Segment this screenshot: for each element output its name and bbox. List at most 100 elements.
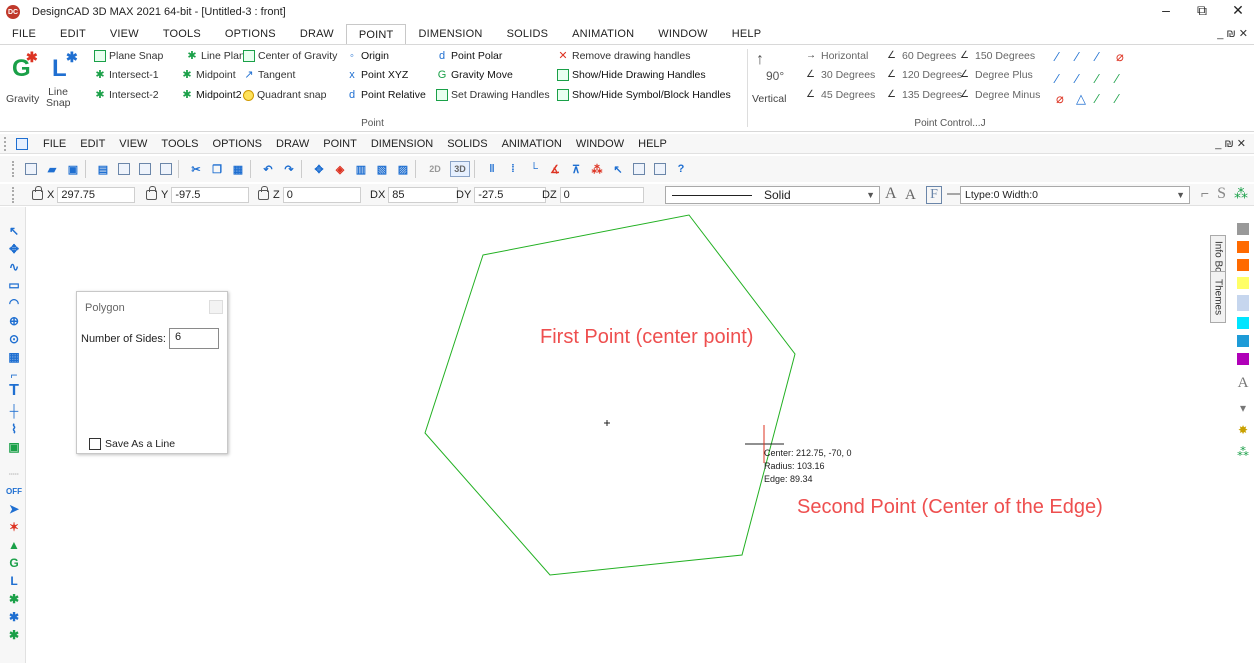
save-icon[interactable]: ▣ xyxy=(65,161,81,177)
copy-icon[interactable]: ❐ xyxy=(209,161,225,177)
quadrant-snap-button[interactable]: Quadrant snap xyxy=(243,89,326,101)
redo-icon[interactable]: ↷ xyxy=(281,161,297,177)
text-style-icon[interactable]: A xyxy=(1236,375,1250,391)
angle-icon[interactable]: ⊼ xyxy=(568,161,584,177)
layers-icon[interactable]: ▥ xyxy=(353,161,369,177)
intersect-2-tool-icon[interactable]: ✱ xyxy=(6,609,22,625)
2d-mode-button[interactable]: 2D xyxy=(425,161,445,177)
save-as-line-checkbox[interactable]: Save As a Line xyxy=(89,438,175,450)
checkbox-box[interactable] xyxy=(89,438,101,450)
extra-tool-icon[interactable]: ⁂ xyxy=(1234,185,1248,203)
menu-tools[interactable]: TOOLS xyxy=(154,138,205,150)
angle-snap-icon[interactable]: ⁄ xyxy=(1096,49,1116,67)
menu-solids[interactable]: SOLIDS xyxy=(440,138,494,150)
fillet-tool-icon[interactable]: ⌇ xyxy=(6,421,22,437)
pause-icon[interactable]: ‖ xyxy=(484,161,500,177)
midpoint-tool-icon[interactable]: ✱ xyxy=(6,627,22,643)
menu-view[interactable]: VIEW xyxy=(112,138,154,150)
select-tool-icon[interactable]: ↖ xyxy=(6,223,22,239)
text-tool-icon[interactable]: T xyxy=(6,382,22,399)
arc-tool-icon[interactable]: ◠ xyxy=(6,295,22,311)
angle-snap-icon[interactable]: ⁄ xyxy=(1096,91,1116,109)
cursor-icon[interactable]: ➤ xyxy=(6,501,22,517)
point-relative-button[interactable]: d Point Relative xyxy=(346,89,426,101)
pipe-icon[interactable]: ⌐ xyxy=(1201,185,1209,203)
lock-icon[interactable] xyxy=(146,186,157,200)
ribbon-tab-options[interactable]: OPTIONS xyxy=(213,24,288,44)
doc-window-controls[interactable]: _ ₪ ✕ xyxy=(1215,137,1246,150)
circle-tool-icon[interactable]: ⊕ xyxy=(6,313,22,329)
angle-snap-icon[interactable]: ⁄ xyxy=(1056,71,1076,88)
menu-file[interactable]: FILE xyxy=(36,138,73,150)
angle-snap-icon[interactable]: ⁄ xyxy=(1096,71,1116,88)
line-plane-button[interactable]: ✱ Line Plane xyxy=(186,50,250,62)
origin-button[interactable]: ◦ Origin xyxy=(346,50,389,62)
angle-snap-icon[interactable]: ⁄ xyxy=(1076,71,1096,88)
print-icon[interactable]: ▤ xyxy=(95,161,111,177)
sides-input[interactable]: 6 xyxy=(169,328,219,349)
intersect-1-button[interactable]: ✱ Intersect-1 xyxy=(94,69,158,81)
150-degrees-button[interactable]: ∠ 150 Degrees xyxy=(960,50,1035,62)
window-icon[interactable] xyxy=(631,161,647,177)
set-drawing-handles-button[interactable]: Set Drawing Handles xyxy=(436,89,550,101)
menubar-grip[interactable] xyxy=(4,136,10,151)
print-preview-icon[interactable] xyxy=(116,161,132,177)
mdi-controls[interactable]: _ ₪ ✕ xyxy=(1217,27,1248,40)
dy-input[interactable]: -27.5 xyxy=(474,187,547,203)
x-input[interactable]: 297.75 xyxy=(57,187,136,203)
grid-icon[interactable]: ⁞ xyxy=(505,161,521,177)
coordbar-grip[interactable] xyxy=(12,186,18,203)
menu-point[interactable]: POINT xyxy=(316,138,364,150)
toolbar-grip[interactable] xyxy=(12,161,18,177)
style-s-icon[interactable]: S xyxy=(1217,185,1226,203)
menu-edit[interactable]: EDIT xyxy=(73,138,112,150)
views-icon[interactable]: ▧ xyxy=(374,161,390,177)
handles-icon[interactable]: ⁂ xyxy=(589,161,605,177)
angle-snap-icon[interactable]: ⁄ xyxy=(1076,49,1096,67)
line-snap-button[interactable]: Line Snap xyxy=(46,87,71,109)
ribbon-tab-animation[interactable]: ANIMATION xyxy=(560,24,646,44)
menu-draw[interactable]: DRAW xyxy=(269,138,316,150)
lock-icon[interactable] xyxy=(32,186,43,200)
page-icon[interactable] xyxy=(137,161,153,177)
ribbon-tab-view[interactable]: VIEW xyxy=(98,24,151,44)
line-style-select[interactable]: Solid ▼ xyxy=(665,186,880,204)
angle-snap-icon[interactable]: ⁄ xyxy=(1116,91,1136,109)
degree-plus-button[interactable]: ∠ Degree Plus xyxy=(960,69,1033,81)
dx-input[interactable]: 85 xyxy=(388,187,459,203)
themes-tab[interactable]: Themes xyxy=(1210,271,1226,323)
angle-snap-icon[interactable]: △ xyxy=(1076,91,1096,109)
page-setup-icon[interactable] xyxy=(158,161,174,177)
120-degrees-button[interactable]: ∠ 120 Degrees xyxy=(887,69,962,81)
ortho-icon[interactable]: └ xyxy=(526,161,542,177)
line-snap-icon[interactable]: L ✱ xyxy=(48,49,78,82)
dimension-tool-icon[interactable]: ⌐ xyxy=(6,367,22,383)
intersect-1-tool-icon[interactable]: ✱ xyxy=(6,591,22,607)
menu-window[interactable]: WINDOW xyxy=(569,138,631,150)
context-help-icon[interactable]: ? xyxy=(673,161,689,177)
horizontal-button[interactable]: → Horizontal xyxy=(806,50,868,62)
move-icon[interactable]: ✥ xyxy=(311,161,327,177)
restore-button[interactable]: ⧉ xyxy=(1194,2,1210,19)
vertical-button[interactable]: Vertical xyxy=(752,93,786,105)
color-swatch-cyan[interactable] xyxy=(1237,317,1249,329)
ribbon-tab-edit[interactable]: EDIT xyxy=(48,24,98,44)
midpoint-button[interactable]: ✱ Midpoint xyxy=(181,69,235,81)
ribbon-tab-window[interactable]: WINDOW xyxy=(646,24,719,44)
gravity-snap-icon[interactable]: G xyxy=(6,555,22,571)
color-swatch-purple[interactable] xyxy=(1237,353,1249,365)
cut-icon[interactable]: ✂ xyxy=(188,161,204,177)
remove-drawing-handles-button[interactable]: ✕ Remove drawing handles xyxy=(557,50,690,62)
point-xyz-button[interactable]: x Point XYZ xyxy=(346,69,408,81)
angle-snap-icon[interactable]: ⌀ xyxy=(1056,91,1076,109)
move-tool-icon[interactable]: ✥ xyxy=(6,241,22,257)
undo-icon[interactable]: ↶ xyxy=(260,161,276,177)
font-decrease-icon[interactable]: A xyxy=(905,187,916,204)
app-logo-icon[interactable]: DC xyxy=(6,5,20,19)
dz-input[interactable]: 0 xyxy=(559,187,644,203)
3d-mode-button[interactable]: 3D xyxy=(450,161,470,177)
point-tool-icon[interactable]: ┼ xyxy=(6,403,22,419)
color-swatch-orange-2[interactable] xyxy=(1237,259,1249,271)
ribbon-tab-point[interactable]: POINT xyxy=(345,24,407,44)
viewport-icon[interactable]: ▨ xyxy=(395,161,411,177)
